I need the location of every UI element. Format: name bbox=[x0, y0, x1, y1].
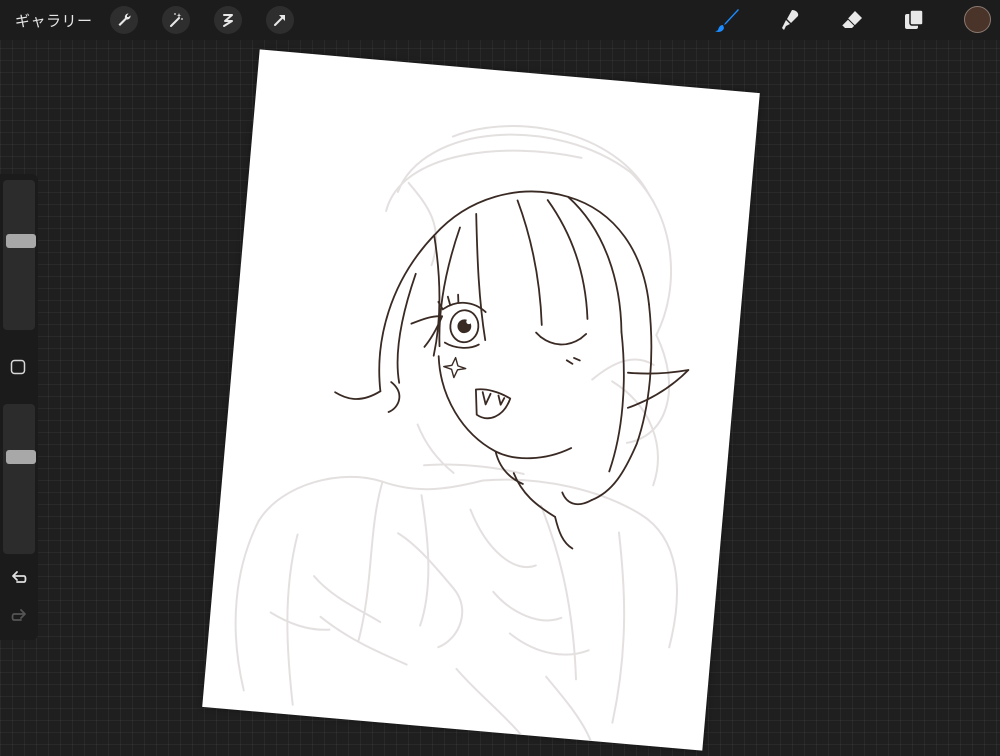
gallery-button[interactable]: ギャラリー bbox=[15, 10, 93, 31]
redo-icon bbox=[11, 609, 26, 621]
selection-button[interactable] bbox=[214, 6, 242, 34]
artwork bbox=[234, 125, 690, 742]
magic-wand-icon bbox=[170, 13, 183, 27]
undo-button[interactable] bbox=[9, 568, 29, 588]
smudge-tool[interactable] bbox=[775, 5, 805, 35]
brush-size-slider[interactable] bbox=[3, 180, 36, 330]
top-toolbar: ギャラリー bbox=[0, 0, 1000, 40]
layers-icon bbox=[905, 9, 924, 29]
adjustments-button[interactable] bbox=[162, 6, 190, 34]
opacity-slider[interactable] bbox=[3, 404, 36, 554]
wrench-icon bbox=[118, 13, 131, 26]
undo-icon bbox=[12, 571, 27, 583]
brush-tool[interactable] bbox=[712, 5, 742, 35]
sketch-layer bbox=[234, 125, 678, 742]
selection-icon bbox=[223, 14, 233, 27]
smudge-icon bbox=[782, 10, 799, 30]
drawing-canvas[interactable] bbox=[202, 49, 760, 751]
redo-button[interactable] bbox=[9, 606, 29, 626]
eraser-tool[interactable] bbox=[837, 5, 867, 35]
color-picker-button[interactable] bbox=[964, 6, 991, 33]
layers-button[interactable] bbox=[899, 5, 929, 35]
modify-button[interactable] bbox=[9, 358, 27, 376]
transform-button[interactable] bbox=[266, 6, 294, 34]
transform-arrow-icon bbox=[274, 15, 285, 26]
square-modify-icon bbox=[10, 359, 26, 375]
eraser-icon bbox=[841, 11, 862, 28]
opacity-slider-thumb[interactable] bbox=[6, 450, 36, 464]
brush-icon bbox=[715, 9, 739, 32]
canvas-area bbox=[0, 0, 1000, 751]
lineart-layer bbox=[334, 190, 690, 550]
left-sidebar bbox=[0, 174, 38, 640]
brush-size-slider-thumb[interactable] bbox=[6, 234, 36, 248]
actions-button[interactable] bbox=[110, 6, 138, 34]
